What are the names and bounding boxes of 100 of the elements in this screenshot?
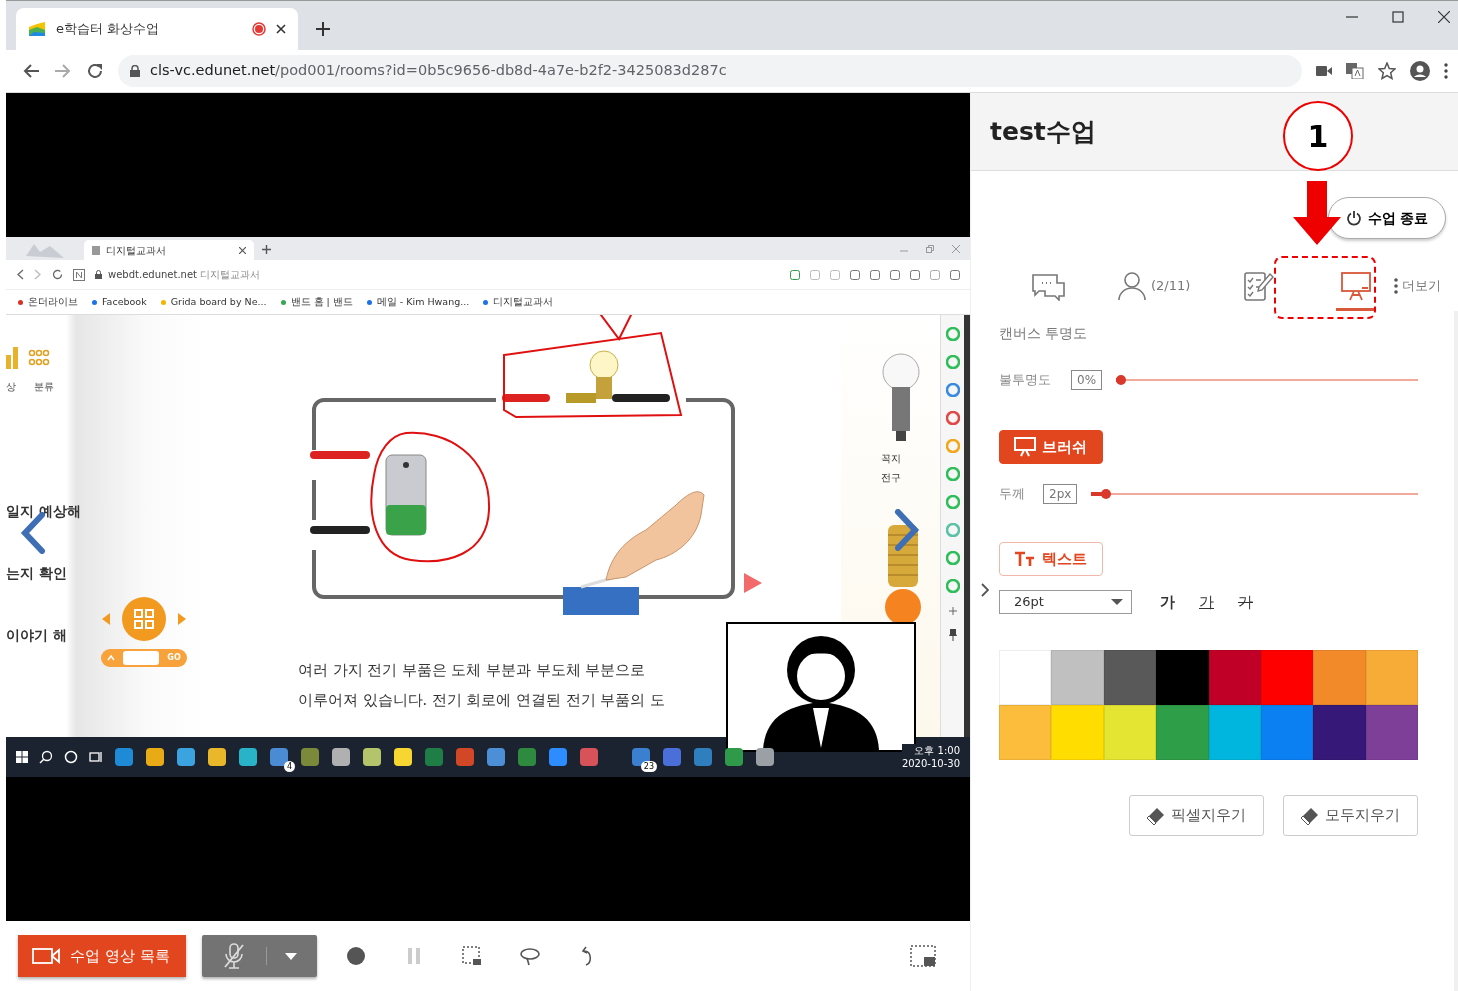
toolbar-icon[interactable]	[890, 269, 900, 280]
app-shortcut-icon[interactable]	[945, 467, 960, 481]
app-shortcut-icon[interactable]	[945, 355, 960, 369]
forward-icon[interactable]	[54, 63, 72, 79]
extension-icon[interactable]	[73, 268, 85, 281]
app-shortcut-icon[interactable]	[945, 327, 960, 341]
pin-icon[interactable]	[948, 629, 957, 641]
color-swatch[interactable]	[1208, 650, 1261, 705]
close-icon[interactable]	[1438, 11, 1450, 23]
value-field[interactable]: 0%	[1071, 370, 1103, 390]
picture-in-picture-icon[interactable]	[910, 945, 936, 967]
back-icon[interactable]	[16, 269, 24, 280]
more-button[interactable]: 더보기	[1390, 263, 1446, 311]
end-class-button[interactable]: 수업 종료	[1328, 197, 1446, 239]
reload-icon[interactable]	[86, 62, 104, 80]
close-icon[interactable]	[276, 24, 286, 34]
bookmark-link[interactable]: Grida board by Ne...	[160, 294, 267, 310]
next-page-icon[interactable]	[894, 509, 920, 551]
collapse-icon[interactable]	[981, 583, 989, 597]
app-shortcut-icon[interactable]	[945, 383, 960, 397]
eraser-button[interactable]: 모두지우기	[1283, 795, 1418, 836]
app-shortcut-icon[interactable]	[945, 551, 960, 565]
add-icon[interactable]	[948, 607, 957, 615]
restore-icon[interactable]	[926, 244, 934, 253]
toolbar-icon[interactable]	[790, 269, 800, 280]
circle-icon[interactable]	[64, 750, 78, 764]
color-swatch[interactable]	[1260, 650, 1314, 705]
color-swatch[interactable]	[1156, 705, 1209, 760]
color-swatch[interactable]	[1051, 705, 1104, 760]
color-swatch[interactable]	[1260, 705, 1314, 760]
bookmark-link[interactable]: 메일 - Kim Hwang...	[366, 294, 470, 310]
windows-logo-icon[interactable]	[16, 751, 28, 763]
task-view-icon[interactable]	[89, 750, 103, 764]
new-tab-icon[interactable]	[262, 245, 271, 254]
body-text: 이루어져 있습니다. 전기 회로에 연결된 전기 부품의 도	[298, 692, 665, 708]
color-swatch[interactable]	[1208, 705, 1261, 760]
close-icon[interactable]	[239, 246, 246, 254]
taskbar-app-icon[interactable]	[393, 747, 413, 767]
record-icon[interactable]	[345, 945, 367, 967]
maximize-icon[interactable]	[1392, 11, 1404, 23]
page-field[interactable]	[123, 651, 160, 665]
app-shortcut-icon[interactable]	[945, 579, 960, 593]
tool-button[interactable]: 텍스트	[999, 542, 1103, 576]
bookmark-link[interactable]: Facebook	[92, 294, 147, 310]
region-select-icon[interactable]	[461, 945, 483, 967]
translate-icon[interactable]	[1346, 63, 1364, 79]
profile-icon[interactable]	[1410, 61, 1430, 81]
lasso-icon[interactable]	[519, 945, 541, 967]
color-swatch[interactable]	[1365, 705, 1418, 760]
slider-thumb[interactable]	[1100, 489, 1111, 499]
taskbar-app-icon[interactable]	[176, 747, 196, 767]
tool-button[interactable]: 브러쉬	[999, 430, 1103, 464]
taskbar-app-icon[interactable]	[362, 747, 382, 767]
part-label: 전구	[880, 471, 901, 485]
slider-thumb[interactable]	[1116, 375, 1127, 385]
toolbar-icon[interactable]	[870, 269, 880, 280]
eraser-button[interactable]: 픽셀지우기	[1129, 795, 1264, 836]
taskbar-app-icon[interactable]	[207, 747, 227, 767]
search-icon[interactable]	[39, 750, 53, 764]
color-swatch[interactable]	[1313, 705, 1366, 760]
color-swatch[interactable]	[1156, 650, 1209, 705]
color-swatch[interactable]	[1313, 650, 1366, 705]
browser-tab[interactable]: 디지털교과서	[84, 240, 254, 260]
strikethrough-button[interactable]: 가	[1230, 590, 1261, 614]
color-swatch[interactable]	[1051, 650, 1104, 705]
bookmark-link[interactable]: 온더라이브	[18, 294, 78, 310]
bold-button[interactable]: 가	[1152, 590, 1183, 614]
toolbar-icon[interactable]	[930, 269, 940, 280]
underline-button[interactable]: 가	[1191, 590, 1222, 614]
color-swatch[interactable]	[1365, 650, 1418, 705]
taskbar-app-icon[interactable]	[238, 747, 258, 767]
color-swatch[interactable]	[999, 705, 1052, 760]
color-swatch[interactable]	[999, 650, 1052, 705]
taskbar-app-icon[interactable]	[724, 747, 744, 767]
taskbar-app-icon[interactable]	[331, 747, 351, 767]
back-icon[interactable]	[22, 63, 40, 79]
camera-icon[interactable]	[1316, 65, 1332, 77]
color-swatch[interactable]	[1103, 650, 1157, 705]
reload-icon[interactable]	[52, 269, 63, 280]
toolbar-icon[interactable]	[950, 269, 960, 280]
font-size-select[interactable]: 26pt	[999, 590, 1132, 614]
taskbar-app-icon[interactable]	[269, 747, 289, 767]
address-field[interactable]: webdt.edunet.net 디지털교과서	[95, 267, 780, 282]
toolbar-icon[interactable]	[850, 269, 860, 280]
video-list-button[interactable]: 수업 영상 목록	[18, 935, 186, 977]
browser-tab[interactable]: e학습터 화상수업	[16, 8, 298, 50]
app-shortcut-icon[interactable]	[945, 495, 960, 509]
taskbar-app-icon[interactable]	[755, 747, 775, 767]
panel-tab[interactable]: (2/11)	[1113, 263, 1195, 311]
new-tab-icon[interactable]	[316, 22, 330, 36]
address-field[interactable]: cls-vc.edunet.net/pod001/rooms?id=0b5c9656-db8d-4a7e-b2f2-3425083d287c	[118, 55, 1302, 87]
color-swatch[interactable]	[1103, 705, 1157, 760]
taskbar-app-icon[interactable]	[145, 747, 165, 767]
value-field[interactable]: 2px	[1043, 484, 1078, 504]
menu-icon[interactable]	[1444, 63, 1448, 79]
bookmark-link[interactable]: 디지털교과서	[483, 294, 554, 310]
star-icon[interactable]	[1378, 62, 1396, 80]
bookmark-link[interactable]: 밴드 홈 | 밴드	[280, 294, 353, 310]
app-shortcut-icon[interactable]	[945, 411, 960, 425]
toolbar-icon[interactable]	[910, 269, 920, 280]
